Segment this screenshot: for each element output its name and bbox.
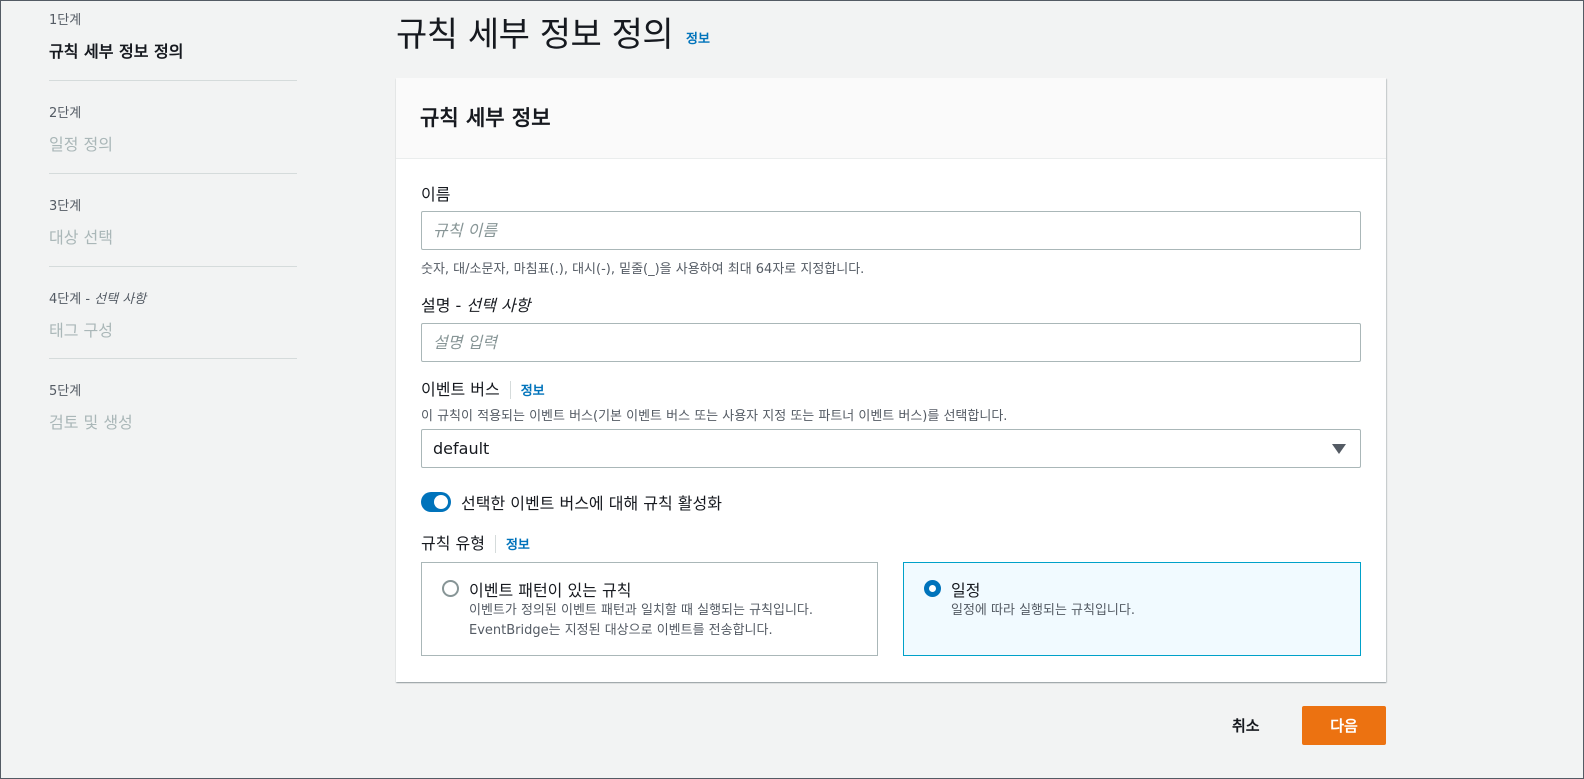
step-title: 대상 선택 [49,228,113,247]
step-title: 일정 정의 [49,135,113,154]
rule-type-label-row: 규칙 유형 정보 [421,534,530,553]
rule-type-label: 규칙 유형 [421,534,496,553]
tile-description-line: EventBridge는 지정된 대상으로 이벤트를 전송합니다. [469,623,773,638]
event-bus-label: 이벤트 버스 [421,380,511,399]
event-bus-selected-value: default [433,439,490,458]
step-number-text: 4단계 [49,292,82,307]
wizard-step-2[interactable]: 2단계 일정 정의 [49,102,297,174]
description-optional: 선택 사항 [466,296,531,315]
enable-rule-toggle-row: 선택한 이벤트 버스에 대해 규칙 활성화 [421,490,722,514]
name-label: 이름 [421,185,451,204]
wizard-step-5[interactable]: 5단계 검토 및 생성 [49,380,297,440]
step-number: 2단계 [49,106,82,121]
page-title: 규칙 세부 정보 정의 [396,15,674,55]
panel-title: 규칙 세부 정보 [420,106,551,130]
name-hint: 숫자, 대/소문자, 마침표(.), 대시(-), 밑줄(_)을 사용하여 최대… [421,262,865,277]
page-info-link[interactable]: 정보 [686,28,710,47]
toggle-knob [434,495,448,509]
radio-button-selected[interactable] [924,580,941,597]
tile-description: 일정에 따라 실행되는 규칙입니다. [951,601,1351,621]
step-number: 3단계 [49,199,82,214]
rule-type-event-pattern-tile[interactable]: 이벤트 패턴이 있는 규칙 이벤트가 정의된 이벤트 패턴과 일치할 때 실행되… [421,562,878,656]
step-title: 검토 및 생성 [49,413,133,432]
radio-button-unselected[interactable] [442,580,459,597]
event-bus-hint: 이 규칙이 적용되는 이벤트 버스(기본 이벤트 버스 또는 사용자 지정 또는… [421,409,1008,424]
step-title: 태그 구성 [49,321,113,340]
wizard-step-1[interactable]: 1단계 규칙 세부 정보 정의 [49,9,297,81]
description-label: 설명 - 선택 사항 [421,292,530,316]
rule-details-panel: 규칙 세부 정보 이름 숫자, 대/소문자, 마침표(.), 대시(-), 밑줄… [396,78,1386,682]
description-input[interactable] [421,323,1361,362]
step-number: 4단계 - 선택 사항 [49,292,147,307]
rule-type-schedule-tile[interactable]: 일정 일정에 따라 실행되는 규칙입니다. [903,562,1361,656]
tile-description-line: 이벤트가 정의된 이벤트 패턴과 일치할 때 실행되는 규칙입니다. [469,603,814,618]
step-optional: 선택 사항 [94,292,147,307]
event-bus-label-row: 이벤트 버스 정보 [421,380,545,399]
tile-description-line: 일정에 따라 실행되는 규칙입니다. [951,603,1135,618]
rule-name-input[interactable] [421,211,1361,250]
step-number: 1단계 [49,13,82,28]
caret-down-icon [1332,443,1346,454]
event-bus-select[interactable]: default [421,429,1361,468]
rule-type-info-link[interactable]: 정보 [506,534,530,553]
cancel-button[interactable]: 취소 [1226,715,1266,736]
tile-title: 일정 [951,581,981,600]
panel-header: 규칙 세부 정보 [396,78,1386,159]
enable-rule-toggle[interactable] [421,492,451,512]
wizard-step-3[interactable]: 3단계 대상 선택 [49,195,297,267]
enable-rule-toggle-label: 선택한 이벤트 버스에 대해 규칙 활성화 [461,494,722,513]
description-label-text: 설명 - [421,296,462,315]
tile-description: 이벤트가 정의된 이벤트 패턴과 일치할 때 실행되는 규칙입니다. Event… [469,601,869,641]
wizard-step-4[interactable]: 4단계 - 선택 사항 태그 구성 [49,288,297,359]
step-number: 5단계 [49,384,82,399]
event-bus-info-link[interactable]: 정보 [521,380,545,399]
tile-title: 이벤트 패턴이 있는 규칙 [469,581,632,600]
next-button[interactable]: 다음 [1302,706,1386,745]
step-title: 규칙 세부 정보 정의 [49,42,184,61]
